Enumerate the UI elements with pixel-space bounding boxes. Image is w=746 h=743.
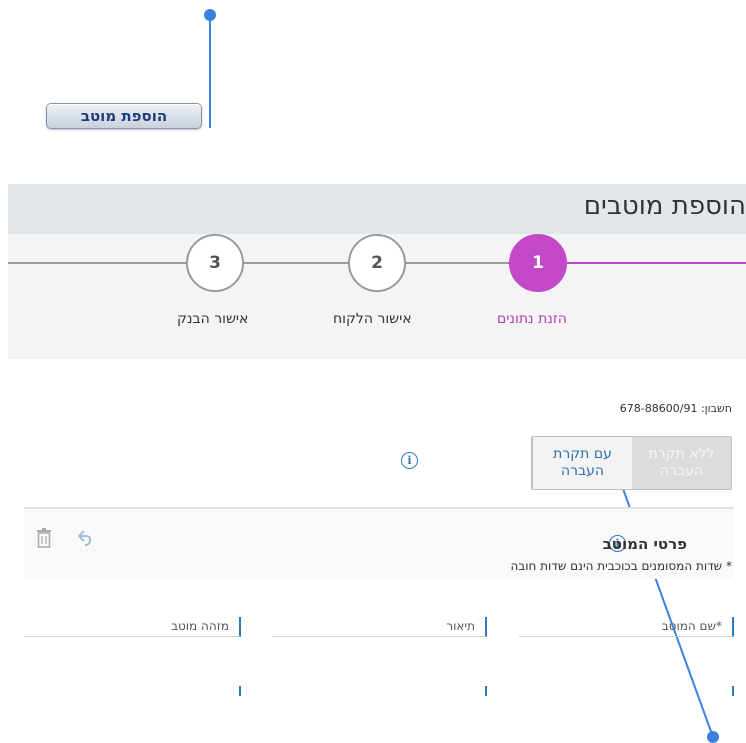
- details-title: פרטי המוטב: [602, 535, 687, 553]
- description-label: תיאור: [446, 619, 475, 633]
- beneficiary-name-label: *שם המוטב: [661, 619, 722, 633]
- step-3-label: אישור הבנק: [177, 311, 249, 327]
- step-connector: [8, 262, 508, 264]
- without-transfer-limit-option[interactable]: ללא תקרת העברה: [632, 437, 731, 489]
- step-1-label: הזנת נתונים: [497, 311, 567, 327]
- page-title: הוספת מוטבים: [583, 191, 746, 221]
- info-icon[interactable]: i: [401, 452, 418, 469]
- add-beneficiary-button[interactable]: הוספת מוטב: [46, 103, 202, 129]
- step-3-circle: 3: [186, 234, 244, 292]
- transfer-limit-toggle: עם תקרת העברה ללא תקרת העברה: [531, 436, 732, 490]
- trash-icon[interactable]: [36, 528, 52, 548]
- step-2-label: אישור הלקוח: [333, 311, 412, 327]
- step-2-circle: 2: [348, 234, 406, 292]
- beneficiary-id-label: מזהה מוטב: [171, 619, 229, 633]
- undo-icon[interactable]: [73, 528, 93, 548]
- annotation-dot-top: [204, 9, 216, 21]
- account-number: חשבון: 678-88600/91: [619, 402, 732, 415]
- next-row-field-marker: [732, 686, 734, 696]
- step-1-circle: 1: [509, 234, 567, 292]
- next-row-field-marker: [239, 686, 241, 696]
- next-row-field-marker: [485, 686, 487, 696]
- annotation-dot-bottom: [707, 731, 719, 743]
- required-fields-note: * שדות המסומנים בכוכבית הינם שדות חובה: [510, 559, 732, 573]
- with-transfer-limit-option[interactable]: עם תקרת העברה: [532, 437, 632, 489]
